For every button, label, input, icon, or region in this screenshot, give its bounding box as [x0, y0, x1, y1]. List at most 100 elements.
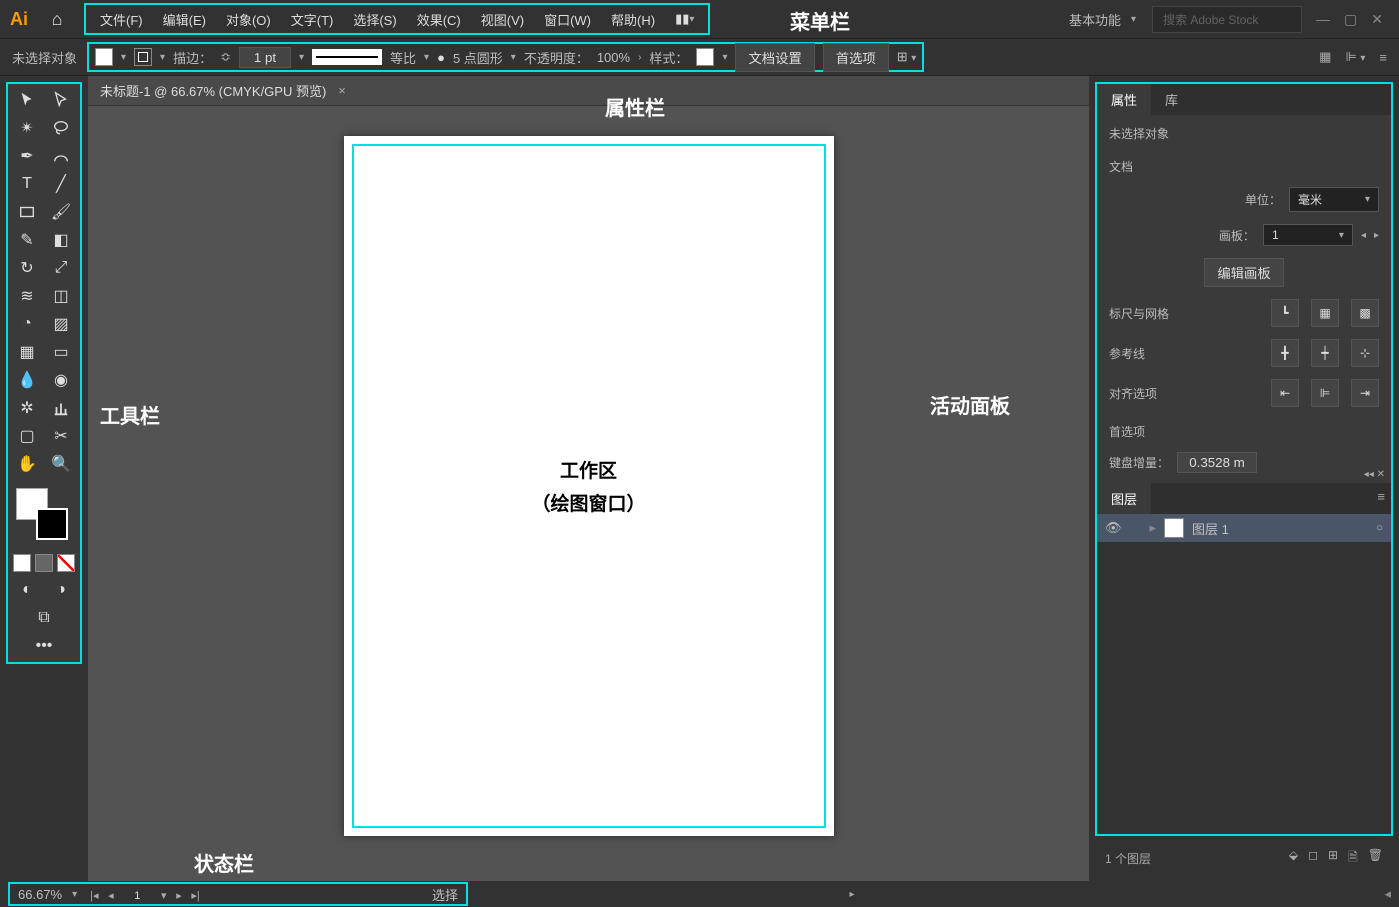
menu-effect[interactable]: 效果(C) — [407, 5, 471, 33]
tab-layers[interactable]: 图层 — [1097, 483, 1151, 514]
next-artboard-icon[interactable]: ▸ — [1374, 230, 1379, 241]
collapse-icon[interactable]: ◂◂ ✕ — [1364, 469, 1385, 480]
tab-close-icon[interactable]: × — [338, 83, 346, 98]
gradient-mode[interactable] — [35, 554, 53, 572]
menu-file[interactable]: 文件(F) — [90, 5, 153, 33]
close-icon[interactable]: ✕ — [1371, 11, 1383, 28]
document-tab[interactable]: 未标题-1 @ 66.67% (CMYK/GPU 预览) × — [88, 76, 1089, 106]
prev-artboard-icon[interactable]: ◂ — [1361, 230, 1366, 241]
align-icon[interactable]: ⊞ ▾ — [897, 49, 917, 65]
direct-selection-tool[interactable] — [44, 86, 78, 114]
graph-tool[interactable] — [44, 394, 78, 422]
shape-builder-tool[interactable]: ◔ — [10, 310, 44, 338]
slice-tool[interactable]: ✂ — [44, 422, 78, 450]
screen-mode[interactable]: ⧉ — [10, 604, 78, 632]
curvature-tool[interactable] — [44, 142, 78, 170]
width-tool[interactable]: ≋ — [10, 282, 44, 310]
draw-mode-2[interactable]: ◑ — [44, 576, 78, 604]
tab-properties[interactable]: 属性 — [1097, 84, 1151, 115]
free-transform-tool[interactable]: ◫ — [44, 282, 78, 310]
kbd-increment-input[interactable] — [1177, 452, 1257, 473]
workspace-dropdown[interactable]: 基本功能 — [1061, 6, 1144, 33]
color-picker[interactable] — [12, 484, 76, 544]
shaper-tool[interactable]: ✎ — [10, 226, 44, 254]
fill-mode[interactable] — [13, 554, 31, 572]
artboard-nav[interactable]: |◂ ◂ 1 ▾ ▸ ▸| — [87, 887, 203, 902]
prefs-button[interactable]: 首选项 — [823, 43, 889, 72]
layer-row[interactable]: 👁 ▸ 图层 1 ○ — [1097, 514, 1391, 542]
clip-icon[interactable]: ◻ — [1308, 848, 1318, 869]
home-icon[interactable]: ⌂ — [38, 9, 76, 30]
gradient-tool[interactable]: ▭ — [44, 338, 78, 366]
scale-tool[interactable]: ⤢ — [44, 254, 78, 282]
last-artboard-icon[interactable]: ▸| — [191, 890, 199, 902]
none-mode[interactable] — [57, 554, 75, 572]
mesh-tool[interactable]: ▦ — [10, 338, 44, 366]
edit-toolbar[interactable]: ••• — [10, 632, 78, 660]
menu-help[interactable]: 帮助(H) — [601, 5, 665, 33]
unit-select[interactable]: 毫米▾ — [1289, 187, 1379, 212]
tab-libraries[interactable]: 库 — [1151, 84, 1192, 115]
paintbrush-tool[interactable]: 🖌 — [44, 198, 78, 226]
menu-view[interactable]: 视图(V) — [471, 5, 534, 33]
artboard[interactable]: 工作区 （绘图窗口） — [344, 136, 834, 836]
menu-select[interactable]: 选择(S) — [343, 5, 406, 33]
stroke-profile[interactable] — [312, 49, 382, 65]
delete-layer-icon[interactable]: 🗑 — [1368, 848, 1383, 869]
list-icon[interactable]: ≡ — [1379, 50, 1387, 65]
menu-window[interactable]: 窗口(W) — [534, 5, 601, 33]
menu-object[interactable]: 对象(O) — [216, 5, 281, 33]
zoom-tool[interactable]: 🔍 — [44, 450, 78, 478]
scroll-left-icon[interactable]: ◂ — [1384, 886, 1391, 902]
lasso-tool[interactable] — [44, 114, 78, 142]
menu-edit[interactable]: 编辑(E) — [153, 5, 216, 33]
hand-tool[interactable]: ✋ — [10, 450, 44, 478]
fill-swatch[interactable] — [95, 48, 113, 66]
align-icon-1[interactable]: ⇤ — [1271, 379, 1299, 407]
brush-label[interactable]: 5 点圆形 — [453, 48, 503, 67]
new-sublayer-icon[interactable]: ⊞ — [1328, 848, 1338, 869]
minimize-icon[interactable]: — — [1316, 11, 1330, 28]
perspective-tool[interactable]: ▨ — [44, 310, 78, 338]
align-icon-2[interactable]: ⊫ — [1311, 379, 1339, 407]
artboard-select[interactable]: 1▾ — [1263, 224, 1353, 246]
stroke-swatch[interactable] — [134, 48, 152, 66]
ruler-icon[interactable]: ┗ — [1271, 299, 1299, 327]
visibility-icon[interactable]: 👁 — [1105, 520, 1122, 536]
artboard-tool[interactable]: ▢ — [10, 422, 44, 450]
arrange-icon[interactable]: ▮▮ ▾ — [665, 5, 704, 33]
first-artboard-icon[interactable]: |◂ — [90, 890, 98, 902]
background-color[interactable] — [36, 508, 68, 540]
symbol-sprayer-tool[interactable]: ✲ — [10, 394, 44, 422]
zoom-level[interactable]: 66.67% — [18, 887, 62, 902]
style-swatch[interactable] — [696, 48, 714, 66]
prev-artboard-icon-status[interactable]: ◂ — [108, 890, 114, 902]
align-panel-icon[interactable]: ⊫ ▾ — [1345, 49, 1365, 65]
draw-mode-1[interactable]: ◐ — [10, 576, 44, 604]
guides-icon-1[interactable]: ╋ — [1271, 339, 1299, 367]
pen-tool[interactable]: ✒ — [10, 142, 44, 170]
smart-guides-icon[interactable]: ⊹ — [1351, 339, 1379, 367]
rotate-tool[interactable]: ↻ — [10, 254, 44, 282]
locate-icon[interactable]: ⬙ — [1289, 848, 1298, 869]
guides-icon-2[interactable]: ┿ — [1311, 339, 1339, 367]
rectangle-tool[interactable] — [10, 198, 44, 226]
blend-tool[interactable]: ◉ — [44, 366, 78, 394]
align-icon-3[interactable]: ⇥ — [1351, 379, 1379, 407]
edit-artboard-button[interactable]: 编辑画板 — [1204, 258, 1283, 287]
maximize-icon[interactable]: ▢ — [1344, 11, 1357, 28]
panel-menu-icon[interactable]: ≡ — [1371, 483, 1391, 514]
new-layer-icon[interactable]: 🗎 — [1348, 848, 1358, 869]
canvas-viewport[interactable]: 工作区 （绘图窗口） — [88, 106, 1089, 881]
eyedropper-tool[interactable]: 💧 — [10, 366, 44, 394]
eraser-tool[interactable]: ◧ — [44, 226, 78, 254]
transparency-grid-icon[interactable]: ▩ — [1351, 299, 1379, 327]
status-menu-icon[interactable]: ▸ — [849, 889, 854, 900]
next-artboard-icon-status[interactable]: ▸ — [176, 890, 182, 902]
search-input[interactable]: 搜索 Adobe Stock — [1152, 6, 1302, 33]
layer-name[interactable]: 图层 1 — [1192, 519, 1229, 538]
type-tool[interactable]: T — [10, 170, 44, 198]
transform-icon[interactable]: ▦ — [1319, 49, 1331, 65]
grid-icon[interactable]: ▦ — [1311, 299, 1339, 327]
stroke-weight-input[interactable] — [239, 47, 291, 68]
